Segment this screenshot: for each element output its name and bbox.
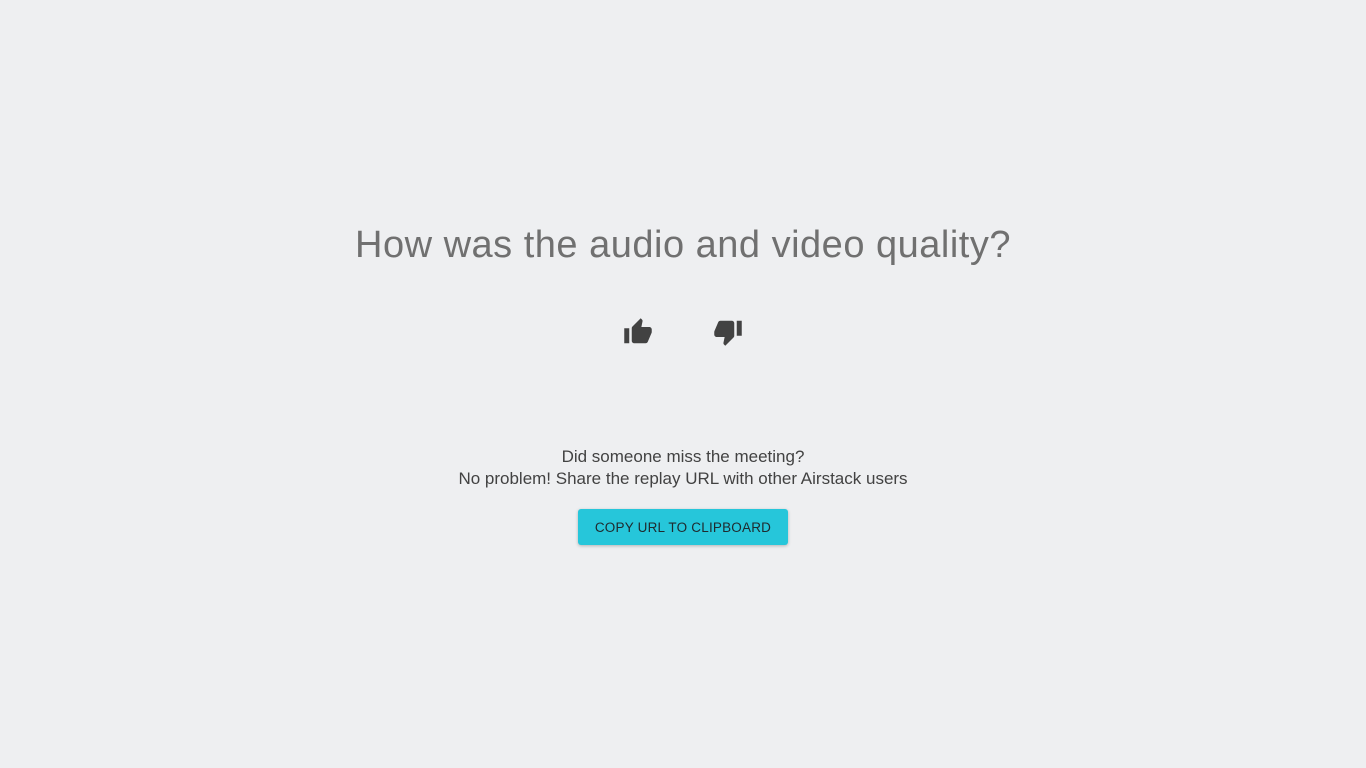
rating-buttons: [0, 316, 1366, 348]
share-line-2: No problem! Share the replay URL with ot…: [458, 469, 908, 488]
thumbs-up-button[interactable]: [622, 316, 654, 348]
thumbs-down-button[interactable]: [712, 316, 744, 348]
quality-question: How was the audio and video quality?: [355, 224, 1011, 266]
thumbs-up-icon: [624, 318, 652, 344]
share-section: Did someone miss the meeting? No problem…: [0, 446, 1366, 490]
feedback-page: How was the audio and video quality? Did…: [0, 0, 1366, 768]
copy-url-button[interactable]: COPY URL TO CLIPBOARD: [578, 509, 788, 545]
thumbs-down-icon: [714, 320, 742, 346]
share-line-1: Did someone miss the meeting?: [561, 447, 805, 466]
